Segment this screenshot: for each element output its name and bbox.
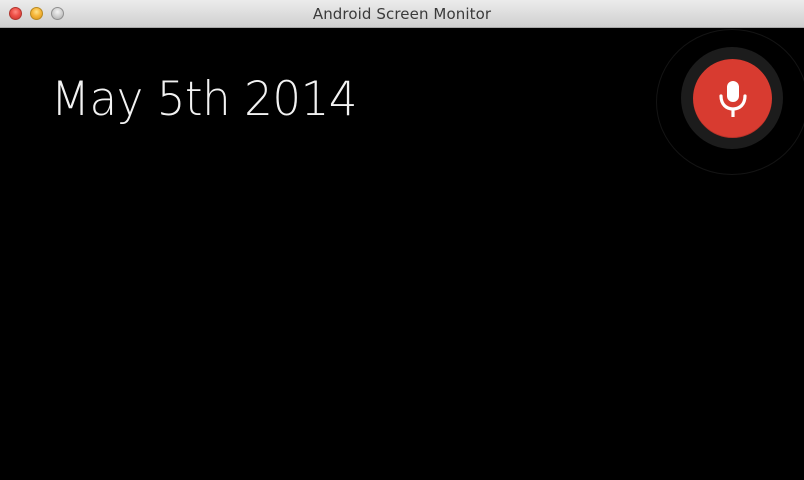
title-bar[interactable]: Android Screen Monitor — [0, 0, 804, 28]
device-screen[interactable]: May 5th 2014 — [0, 28, 804, 480]
microphone-icon — [719, 81, 747, 117]
date-label: May 5th 2014 — [51, 72, 358, 127]
app-window: Android Screen Monitor May 5th 2014 — [0, 0, 804, 480]
voice-search-button[interactable] — [693, 59, 772, 138]
window-title: Android Screen Monitor — [312, 5, 492, 23]
